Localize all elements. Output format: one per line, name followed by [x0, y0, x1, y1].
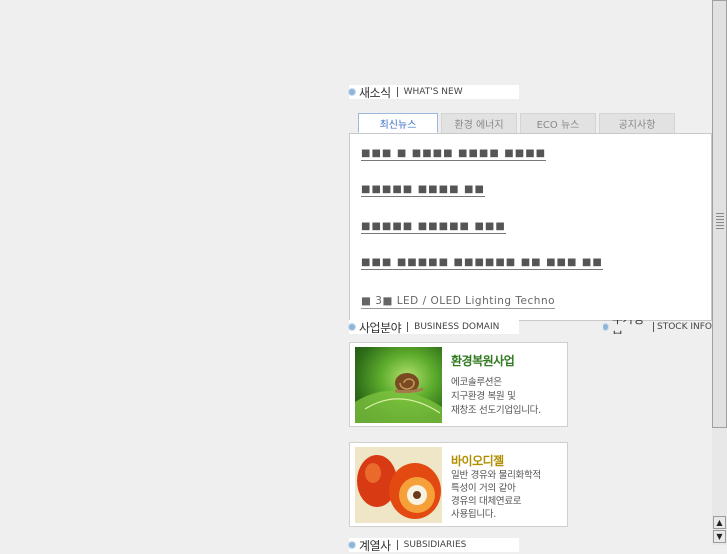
tab-latest-news[interactable]: 최신뉴스 [358, 113, 438, 133]
bullet-icon [349, 324, 355, 330]
subsidiaries-title-ko: 계열사 [359, 538, 391, 553]
card-desc-line: 지구환경 복원 및 [451, 391, 516, 402]
tab-notices[interactable]: 공지사항 [599, 113, 675, 133]
stock-header: 주가정보 STOCK INFO [603, 320, 712, 334]
divider [396, 87, 398, 97]
card-desc-line: 일반 경유와 물리화학적 [451, 470, 541, 481]
news-tabs: 최신뉴스 환경 에너지 ECO 뉴스 공지사항 [358, 113, 678, 133]
whats-new-title-en: WHAT'S NEW [403, 87, 463, 97]
palm-fruit-image [355, 447, 442, 523]
scroll-up-icon[interactable]: ▲ [713, 516, 726, 529]
tab-environment-energy[interactable]: 환경 에너지 [441, 113, 517, 133]
business-title-ko: 사업분야 [359, 320, 402, 335]
business-title-en: BUSINESS DOMAIN [414, 322, 500, 332]
stock-title-ko: 주가정보 [612, 320, 647, 334]
snail-leaf-image [355, 347, 442, 423]
card-desc-line: 에코솔루션은 [451, 377, 502, 388]
card-desc-line: 특성이 거의 같아 [451, 483, 516, 494]
divider [407, 322, 409, 332]
tab-eco-news[interactable]: ECO 뉴스 [520, 113, 596, 133]
whats-new-title-ko: 새소식 [359, 85, 391, 100]
scroll-down-icon[interactable]: ▼ [713, 530, 726, 543]
business-card-biodiesel[interactable]: 바이오디젤 일반 경유와 물리화학적 특성이 거의 같아 경유의 대체연료로 사… [349, 442, 568, 527]
card-desc-line: 재창조 선도기업입니다. [451, 405, 541, 416]
bullet-icon [603, 324, 608, 330]
card-desc-line: 경유의 대체연료로 [451, 496, 522, 507]
whats-new-header: 새소식 WHAT'S NEW [349, 85, 519, 100]
news-link[interactable]: ■■■■■ ■■■■ ■■ [361, 183, 485, 197]
subsidiaries-title-en: SUBSIDIARIES [403, 540, 467, 550]
news-link[interactable]: ■■■ ■ ■■■■ ■■■■ ■■■■ [361, 147, 547, 161]
business-header: 사업분야 BUSINESS DOMAIN [349, 320, 519, 335]
bullet-icon [349, 89, 355, 95]
card-desc-line: 사용됩니다. [451, 509, 496, 520]
subsidiaries-header: 계열사 SUBSIDIARIES [349, 538, 519, 553]
scrollbar-thumb[interactable] [712, 0, 727, 428]
bullet-icon [349, 542, 355, 548]
card-title: 바이오디젤 [451, 454, 504, 468]
divider [396, 540, 398, 550]
card-title: 환경복원사업 [451, 354, 515, 368]
stock-title-en: STOCK INFO [656, 322, 712, 332]
vertical-scrollbar[interactable]: ▲ ▼ [712, 0, 727, 545]
news-link[interactable]: ■ 3■ LED / OLED Lighting Techno [361, 295, 556, 309]
business-card-environment[interactable]: 환경복원사업 에코솔루션은 지구환경 복원 및 재창조 선도기업입니다. [349, 342, 568, 427]
news-link[interactable]: ■■■■■ ■■■■■ ■■■ [361, 220, 506, 234]
divider [653, 322, 654, 332]
news-link[interactable]: ■■■ ■■■■■ ■■■■■■ ■■ ■■■ ■■ [361, 256, 603, 270]
grip-icon [716, 213, 724, 229]
